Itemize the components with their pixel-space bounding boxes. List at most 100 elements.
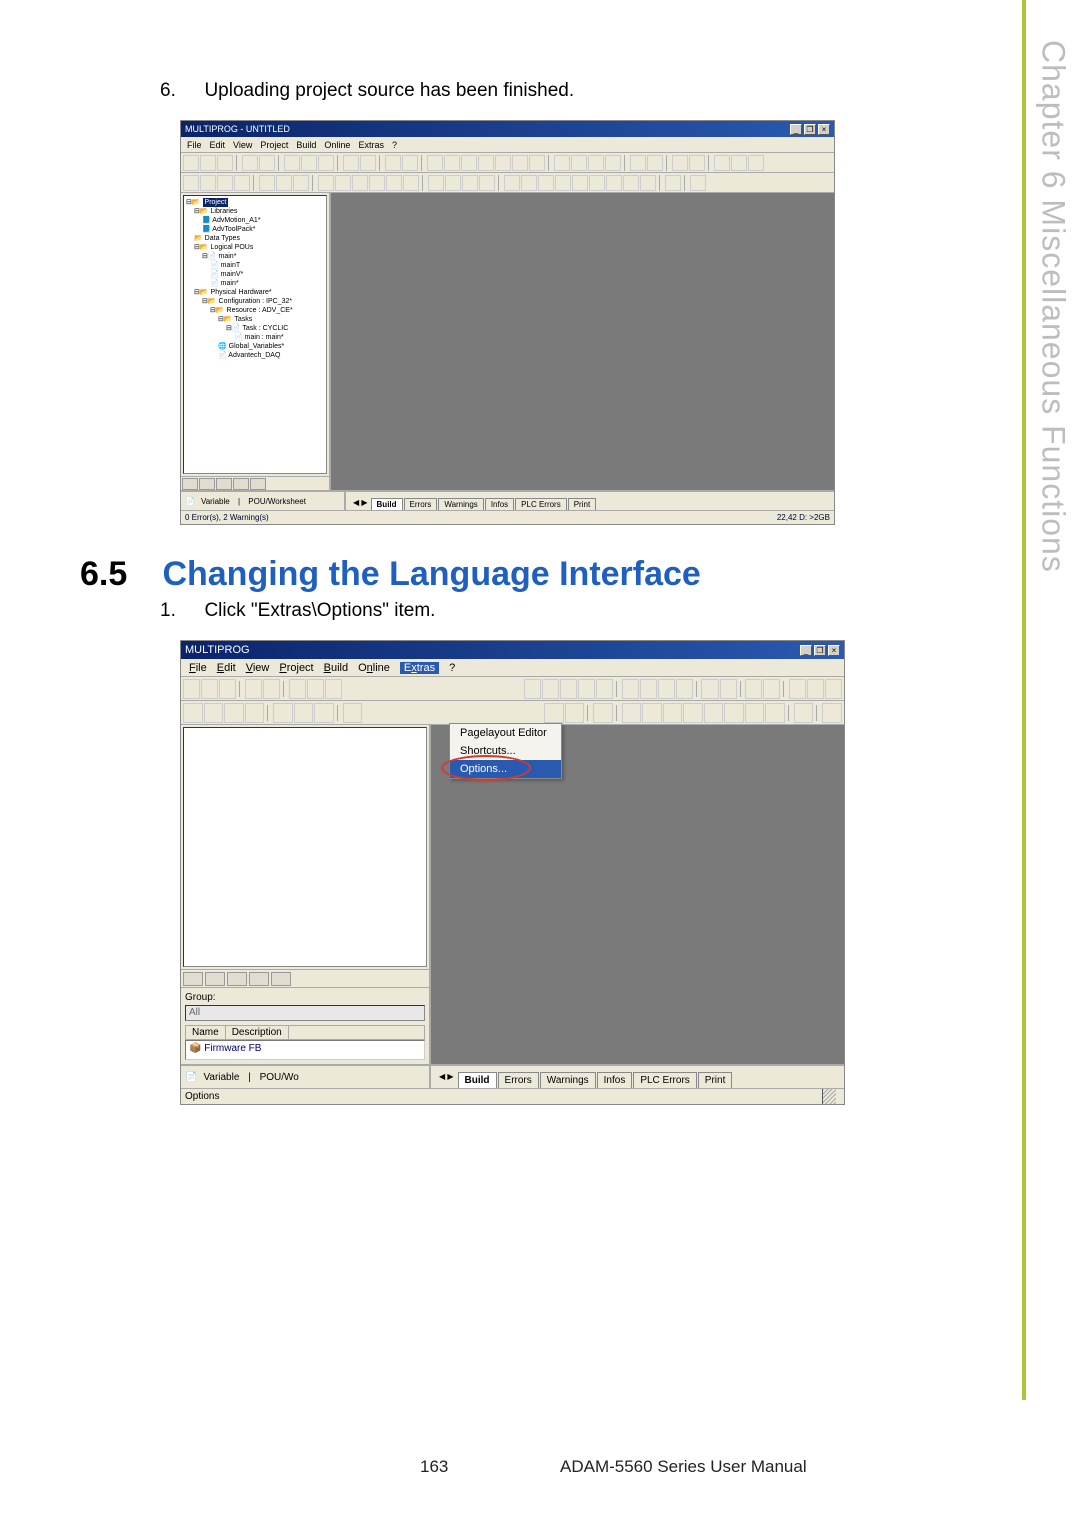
- tb-misc-c-icon[interactable]: [748, 155, 764, 171]
- scr2-menu-file[interactable]: File: [189, 662, 207, 674]
- s2tb-open-icon[interactable]: [201, 679, 218, 699]
- scr1-tab-build[interactable]: Build: [371, 498, 403, 510]
- s2tb2-k-icon[interactable]: [593, 703, 613, 723]
- s2tb-d-icon[interactable]: [578, 679, 595, 699]
- tb-stop-icon[interactable]: [605, 155, 621, 171]
- s2tb-h-icon[interactable]: [658, 679, 675, 699]
- tb2-ab-icon[interactable]: [690, 175, 706, 191]
- s2tb2-f-icon[interactable]: [294, 703, 314, 723]
- scr1-treetab-4-icon[interactable]: [233, 478, 249, 490]
- scr1-project-tree[interactable]: ⊟📂 Project ⊟📂 Libraries 📘 AdvMotion_A1* …: [183, 195, 327, 474]
- scr2-menu-build[interactable]: Build: [324, 662, 348, 674]
- scr2-tab-errors[interactable]: Errors: [498, 1072, 539, 1088]
- scr1-treetab-2-icon[interactable]: [199, 478, 215, 490]
- s2tb-cut-icon[interactable]: [289, 679, 306, 699]
- tb2-k-icon[interactable]: [369, 175, 385, 191]
- scr1-treetab-1-icon[interactable]: [182, 478, 198, 490]
- tb2-b-icon[interactable]: [200, 175, 216, 191]
- s2tb-preview-icon[interactable]: [245, 679, 262, 699]
- tb-window-1-icon[interactable]: [427, 155, 443, 171]
- tb-misc-a-icon[interactable]: [714, 155, 730, 171]
- s2tb2-p-icon[interactable]: [704, 703, 724, 723]
- tb-undo-icon[interactable]: [343, 155, 359, 171]
- s2tb2-m-icon[interactable]: [642, 703, 662, 723]
- scr2-treetab-5-icon[interactable]: [271, 972, 291, 986]
- s2tb-save-icon[interactable]: [219, 679, 236, 699]
- tb2-e-icon[interactable]: [259, 175, 275, 191]
- tb-new-icon[interactable]: [183, 155, 199, 171]
- tb2-p-icon[interactable]: [462, 175, 478, 191]
- tb2-u-icon[interactable]: [555, 175, 571, 191]
- scr2-treetab-4-icon[interactable]: [249, 972, 269, 986]
- s2tb2-n-icon[interactable]: [663, 703, 683, 723]
- s2tb-g-icon[interactable]: [640, 679, 657, 699]
- tb-find-icon[interactable]: [385, 155, 401, 171]
- s2tb2-r-icon[interactable]: [745, 703, 765, 723]
- s2tb-c-icon[interactable]: [560, 679, 577, 699]
- s2tb2-i-icon[interactable]: [544, 703, 564, 723]
- tb2-h-icon[interactable]: [318, 175, 334, 191]
- tb2-w-icon[interactable]: [589, 175, 605, 191]
- scr2-treetab-1-icon[interactable]: [183, 972, 203, 986]
- tb2-aa-icon[interactable]: [665, 175, 681, 191]
- tb-compile-icon[interactable]: [554, 155, 570, 171]
- s2tb-l-icon[interactable]: [745, 679, 762, 699]
- dropdown-shortcuts[interactable]: Shortcuts...: [450, 742, 561, 760]
- scr2-project-tree[interactable]: [183, 727, 427, 967]
- scr2-menu-extras[interactable]: Extras: [400, 662, 439, 674]
- s2tb-new-icon[interactable]: [183, 679, 200, 699]
- scr1-max-btn[interactable]: ❐: [804, 124, 816, 135]
- scr1-tab-warnings[interactable]: Warnings: [438, 498, 484, 510]
- s2tb2-q-icon[interactable]: [724, 703, 744, 723]
- tb2-m-icon[interactable]: [403, 175, 419, 191]
- s2tb-o-icon[interactable]: [807, 679, 824, 699]
- scr1-tab-infos[interactable]: Infos: [485, 498, 514, 510]
- tb-pause-icon[interactable]: [689, 155, 705, 171]
- s2tb-a-icon[interactable]: [524, 679, 541, 699]
- tb-run-icon[interactable]: [672, 155, 688, 171]
- tb2-a-icon[interactable]: [183, 175, 199, 191]
- tb2-f-icon[interactable]: [276, 175, 292, 191]
- tb2-q-icon[interactable]: [479, 175, 495, 191]
- tb-window-7-icon[interactable]: [529, 155, 545, 171]
- s2tb-copy-icon[interactable]: [307, 679, 324, 699]
- scr1-menu-edit[interactable]: Edit: [210, 140, 226, 150]
- tb2-o-icon[interactable]: [445, 175, 461, 191]
- s2tb2-t-icon[interactable]: [794, 703, 814, 723]
- s2tb2-a-icon[interactable]: [183, 703, 203, 723]
- scr1-close-btn[interactable]: ×: [818, 124, 830, 135]
- tb-findnext-icon[interactable]: [402, 155, 418, 171]
- scr2-tab-build[interactable]: Build: [458, 1072, 497, 1088]
- tb-cut-icon[interactable]: [284, 155, 300, 171]
- tb-save-icon[interactable]: [217, 155, 233, 171]
- s2tb2-h-icon[interactable]: [343, 703, 363, 723]
- scr1-treetab-3-icon[interactable]: [216, 478, 232, 490]
- scr2-list-row[interactable]: 📦 Firmware FB: [185, 1040, 425, 1060]
- dropdown-options[interactable]: Options...: [450, 760, 561, 778]
- s2tb-f-icon[interactable]: [622, 679, 639, 699]
- scr1-menu-online[interactable]: Online: [324, 140, 350, 150]
- tb-upload-icon[interactable]: [647, 155, 663, 171]
- s2tb2-c-icon[interactable]: [224, 703, 244, 723]
- scr1-menu-build[interactable]: Build: [296, 140, 316, 150]
- scr2-list-header-desc[interactable]: Description: [226, 1026, 289, 1039]
- resize-grip-icon[interactable]: [822, 1089, 836, 1104]
- tb2-s-icon[interactable]: [521, 175, 537, 191]
- tb2-i-icon[interactable]: [335, 175, 351, 191]
- s2tb-j-icon[interactable]: [701, 679, 718, 699]
- tb2-t-icon[interactable]: [538, 175, 554, 191]
- s2tb2-j-icon[interactable]: [565, 703, 585, 723]
- scr2-close-btn[interactable]: ×: [828, 645, 840, 656]
- s2tb2-b-icon[interactable]: [204, 703, 224, 723]
- tb-window-6-icon[interactable]: [512, 155, 528, 171]
- tb-window-4-icon[interactable]: [478, 155, 494, 171]
- scr2-list-header-name[interactable]: Name: [186, 1026, 226, 1039]
- s2tb2-e-icon[interactable]: [273, 703, 293, 723]
- dropdown-pagelayout[interactable]: Pagelayout Editor: [450, 724, 561, 742]
- tb2-y-icon[interactable]: [623, 175, 639, 191]
- scr1-treetab-5-icon[interactable]: [250, 478, 266, 490]
- s2tb-p-icon[interactable]: [825, 679, 842, 699]
- scr2-menu-view[interactable]: View: [246, 662, 270, 674]
- tb-window-5-icon[interactable]: [495, 155, 511, 171]
- s2tb-b-icon[interactable]: [542, 679, 559, 699]
